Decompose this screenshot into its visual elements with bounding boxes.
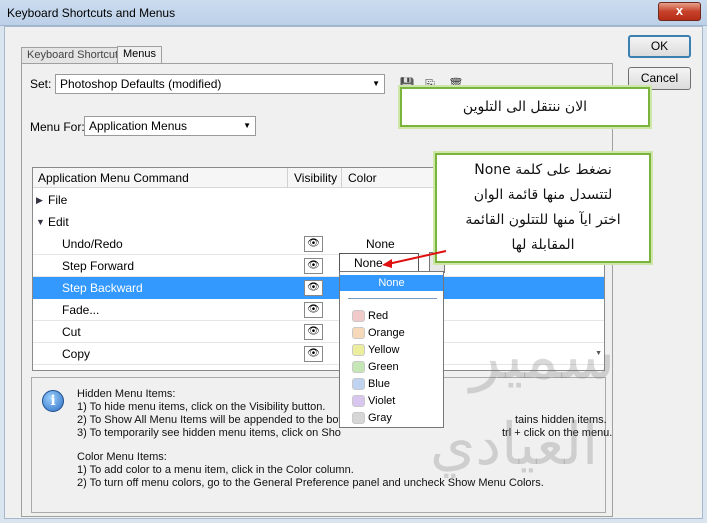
column-visibility[interactable]: Visibility: [294, 171, 337, 185]
gray-swatch: [352, 412, 365, 424]
option-label: Red: [368, 310, 389, 322]
visibility-eye-icon[interactable]: 👁: [304, 302, 323, 318]
chevron-down-icon: ▼: [243, 121, 251, 130]
title-bar: Keyboard Shortcuts and Menus x: [0, 0, 707, 26]
red-swatch: [352, 310, 365, 322]
column-color[interactable]: Color: [348, 171, 377, 185]
close-button[interactable]: x: [658, 2, 701, 21]
chevron-down-icon: ▼: [372, 79, 380, 88]
watermark-name-2: العيادي: [430, 410, 599, 478]
row-label: Step Backward: [62, 281, 143, 295]
menu-for-value: Application Menus: [89, 119, 188, 133]
tab-keyboard-shortcuts[interactable]: Keyboard Shortcuts: [21, 47, 130, 63]
ok-button[interactable]: OK: [628, 35, 691, 58]
list-item-fade[interactable]: Fade... 👁: [33, 299, 604, 321]
note-text: المقابلة لها: [511, 237, 575, 253]
option-label: Orange: [368, 327, 405, 339]
column-divider: [341, 168, 342, 188]
violet-swatch: [352, 395, 365, 407]
note-text: الان ننتقل الى التلوين: [462, 99, 588, 115]
menu-for-label: Menu For:: [30, 120, 85, 134]
color-dropdown-list: None Red Orange Yellow Green Blue Violet…: [339, 271, 444, 428]
watermark-name-1: سمير: [470, 320, 616, 394]
row-label: Fade...: [62, 303, 100, 317]
green-swatch: [352, 361, 365, 373]
row-label: Edit: [48, 215, 69, 229]
set-select[interactable]: Photoshop Defaults (modified) ▼: [55, 74, 385, 94]
window-title: Keyboard Shortcuts and Menus: [7, 6, 176, 20]
visibility-eye-icon[interactable]: 👁: [304, 280, 323, 296]
color-option-yellow[interactable]: Yellow: [340, 342, 443, 358]
set-value: Photoshop Defaults (modified): [60, 77, 222, 91]
row-label: Undo/Redo: [62, 237, 123, 251]
option-label: Yellow: [368, 344, 400, 356]
info-text: 2) To Show All Menu Items will be append…: [77, 414, 351, 426]
row-label: Copy: [62, 347, 91, 361]
tab-label: Menus: [123, 48, 157, 60]
info-text: 1) To add color to a menu item, click in…: [77, 464, 354, 476]
info-text: 1) To hide menu items, click on the Visi…: [77, 401, 326, 413]
color-option-red[interactable]: Red: [340, 308, 443, 324]
color-option-violet[interactable]: Violet: [340, 393, 443, 409]
row-label: File: [48, 193, 68, 207]
color-option-orange[interactable]: Orange: [340, 325, 443, 341]
info-icon: i: [42, 390, 64, 412]
color-option-none[interactable]: None: [340, 275, 443, 291]
visibility-eye-icon[interactable]: 👁: [304, 324, 323, 340]
option-label: Gray: [368, 412, 392, 424]
close-icon: x: [675, 3, 684, 18]
option-label: Blue: [368, 378, 391, 390]
row-label: Cut: [62, 325, 81, 339]
tab-label: Keyboard Shortcuts: [27, 49, 124, 61]
note-text: لتتسدل منها قائمة الوان: [473, 187, 613, 203]
color-option-blue[interactable]: Blue: [340, 376, 443, 392]
blue-swatch: [352, 378, 365, 390]
tab-menus[interactable]: Menus: [117, 46, 163, 64]
tutorial-note-side: نضغط على كلمة None لتتسدل منها قائمة الو…: [435, 153, 651, 263]
list-item-step-backward[interactable]: Step Backward 👁: [33, 277, 604, 299]
column-divider: [287, 168, 288, 188]
visibility-eye-icon[interactable]: 👁: [304, 258, 323, 274]
color-option-green[interactable]: Green: [340, 359, 443, 375]
tutorial-note-top: الان ننتقل الى التلوين: [400, 87, 650, 127]
set-label: Set:: [30, 77, 52, 91]
menu-for-select[interactable]: Application Menus ▼: [84, 116, 256, 136]
note-text: اختر ايآ منها للتتلون القائمة: [465, 212, 621, 228]
dropdown-separator: [348, 298, 437, 299]
info-text: 3) To temporarily see hidden menu items,…: [77, 427, 341, 439]
yellow-swatch: [352, 344, 365, 356]
color-option-gray[interactable]: Gray: [340, 410, 443, 426]
option-label: Violet: [368, 395, 396, 407]
triangle-down-icon[interactable]: ▼: [36, 217, 45, 227]
visibility-eye-icon[interactable]: 👁: [304, 346, 323, 362]
note-text: نضغط على كلمة None: [474, 162, 612, 178]
red-arrow-icon: [382, 250, 447, 268]
info-text: Hidden Menu Items:: [77, 388, 176, 400]
triangle-right-icon[interactable]: ▶: [36, 195, 43, 206]
option-label: None: [378, 277, 405, 289]
info-text: 2) To turn off menu colors, go to the Ge…: [77, 477, 544, 489]
row-label: Step Forward: [62, 259, 135, 273]
visibility-eye-icon[interactable]: 👁: [304, 236, 323, 252]
orange-swatch: [352, 327, 365, 339]
color-select-value: None: [354, 256, 383, 270]
info-text: Color Menu Items:: [77, 451, 167, 463]
column-command[interactable]: Application Menu Command: [38, 171, 189, 185]
option-label: Green: [368, 361, 399, 373]
